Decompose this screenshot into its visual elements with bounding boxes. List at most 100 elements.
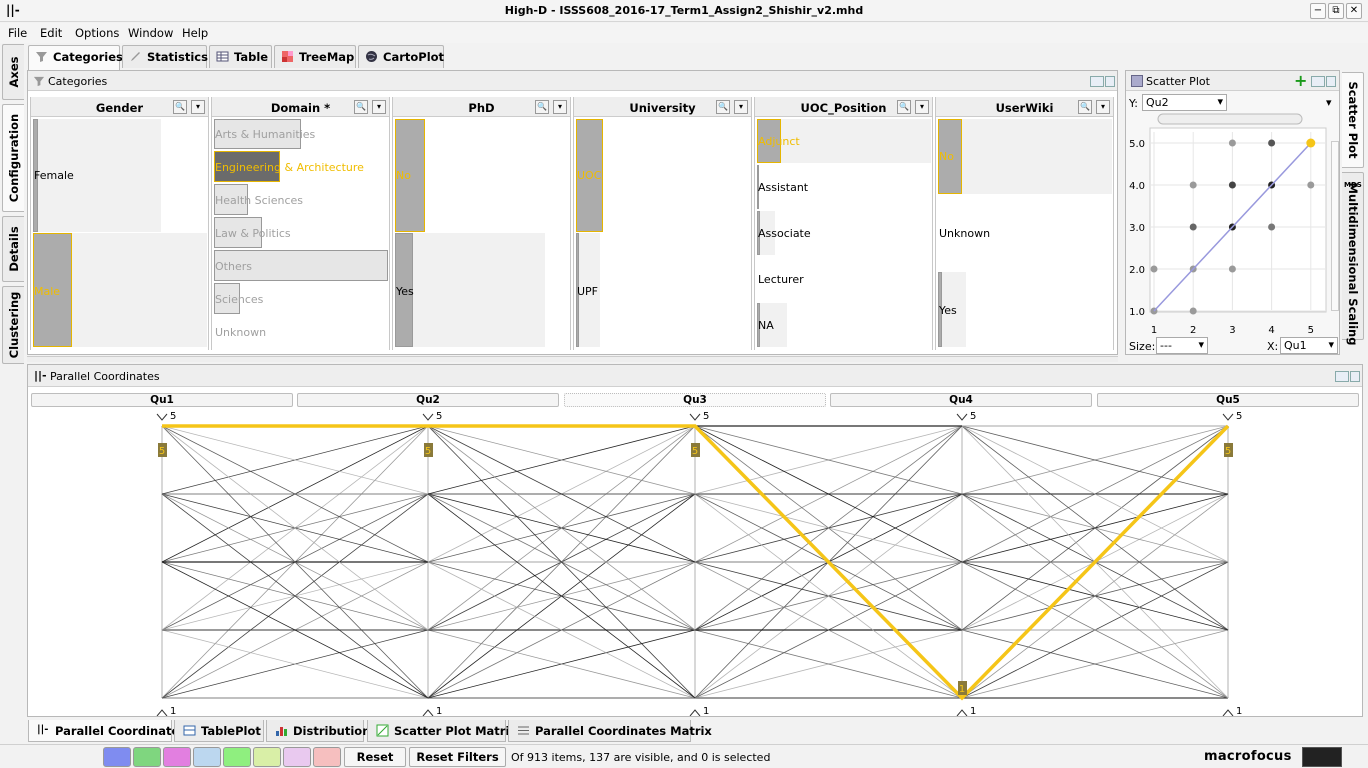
scatter-plot-canvas[interactable]: 1 5.0 2 4.0 3 3.0 4 2.0 5 1.0 [1126, 110, 1336, 338]
color-swatch[interactable] [163, 747, 191, 767]
reset-filters-button[interactable]: Reset Filters [409, 747, 506, 767]
zoom-icon[interactable]: 🔍 [354, 100, 368, 114]
tab-parallel-coordinates-matrix[interactable]: Parallel Coordinates Matrix [508, 720, 712, 742]
y-select[interactable]: Qu2 ▾ [1142, 94, 1227, 111]
category-label[interactable]: Arts & Humanities [215, 128, 315, 141]
chevron-down-icon[interactable]: ▾ [191, 100, 205, 114]
category-label[interactable]: UPF [577, 285, 598, 298]
zoom-icon[interactable]: 🔍 [1078, 100, 1092, 114]
close-button[interactable]: ✕ [1346, 3, 1362, 19]
tab-multidimensional-scaling[interactable]: MDS Multidimensional Scaling [1342, 172, 1364, 346]
category-label[interactable]: NA [758, 319, 774, 332]
chevron-down-icon[interactable] [956, 413, 968, 421]
zoom-icon[interactable]: 🔍 [716, 100, 730, 114]
tab-scatter-plot[interactable]: Scatter Plot [1342, 72, 1364, 168]
chevron-down-icon[interactable]: ▾ [1096, 100, 1110, 114]
chevron-up-icon[interactable] [689, 709, 701, 716]
color-swatch[interactable] [253, 747, 281, 767]
category-label[interactable]: No [939, 150, 954, 163]
data-point[interactable] [1268, 139, 1276, 147]
category-label[interactable]: Law & Politics [215, 227, 291, 240]
category-label[interactable]: Others [215, 260, 252, 273]
tab-treemap[interactable]: TreeMap [274, 45, 356, 68]
maximize-button[interactable]: ⧉ [1328, 3, 1344, 19]
color-swatch[interactable] [133, 747, 161, 767]
x-select[interactable]: Qu1 ▾ [1280, 337, 1338, 354]
data-point[interactable] [1307, 181, 1315, 189]
data-point[interactable] [1189, 181, 1197, 189]
category-label[interactable]: UOC [577, 169, 601, 182]
color-swatch[interactable] [313, 747, 341, 767]
data-point[interactable] [1228, 181, 1236, 189]
menu-window[interactable]: Window [128, 26, 173, 40]
tab-parallel-coordinates[interactable]: ||- Parallel Coordinates [28, 720, 186, 742]
axis-header-qu4[interactable]: Qu4 [830, 393, 1092, 407]
tab-configuration[interactable]: Configuration [2, 104, 24, 212]
chevron-down-icon[interactable]: ▾ [1326, 96, 1332, 109]
restore-panel-icon[interactable] [1326, 76, 1336, 87]
menu-options[interactable]: Options [75, 26, 119, 40]
category-label[interactable]: Lecturer [758, 273, 804, 286]
data-point[interactable] [1150, 265, 1158, 273]
tab-details[interactable]: Details [2, 216, 24, 282]
tab-statistics[interactable]: Statistics [122, 45, 208, 68]
tab-axes[interactable]: Axes [2, 44, 24, 100]
maximize-panel-icon[interactable] [1090, 76, 1104, 87]
category-label[interactable]: Yes [396, 285, 414, 298]
tab-cartoplot[interactable]: CartoPlot [358, 45, 444, 68]
chevron-down-icon[interactable]: ▾ [915, 100, 929, 114]
tab-table[interactable]: Table [209, 45, 272, 68]
chevron-up-icon[interactable] [422, 709, 434, 716]
axis-header-qu1[interactable]: Qu1 [31, 393, 293, 407]
maximize-panel-icon[interactable] [1335, 371, 1349, 382]
category-label-female[interactable]: Female [34, 169, 74, 182]
color-swatch[interactable] [283, 747, 311, 767]
axis-header-qu3[interactable]: Qu3 [564, 393, 826, 407]
category-label[interactable]: Unknown [939, 227, 990, 240]
category-label-male[interactable]: Male [34, 285, 60, 298]
category-label[interactable]: Health Sciences [215, 194, 303, 207]
splitter[interactable] [27, 356, 1118, 362]
data-point[interactable] [1268, 223, 1276, 231]
reset-button[interactable]: Reset [344, 747, 406, 767]
data-point[interactable] [1228, 265, 1236, 273]
add-icon[interactable]: + [1294, 71, 1307, 90]
category-label[interactable]: Unknown [215, 326, 266, 339]
chevron-down-icon[interactable] [422, 413, 434, 421]
category-label[interactable]: Sciences [215, 293, 263, 306]
size-select[interactable]: --- ▾ [1156, 337, 1208, 354]
chevron-up-icon[interactable] [156, 709, 168, 716]
color-swatch[interactable] [103, 747, 131, 767]
minimize-button[interactable]: − [1310, 3, 1326, 19]
category-label[interactable]: Assistant [758, 181, 808, 194]
chevron-up-icon[interactable] [1222, 709, 1234, 716]
restore-panel-icon[interactable] [1350, 371, 1360, 382]
data-point[interactable] [1189, 223, 1197, 231]
chevron-down-icon[interactable] [1222, 413, 1234, 421]
category-label[interactable]: Associate [758, 227, 811, 240]
menu-file[interactable]: File [8, 26, 27, 40]
tab-distributions[interactable]: Distributions [266, 720, 377, 742]
category-label[interactable]: Yes [939, 304, 957, 317]
restore-panel-icon[interactable] [1105, 76, 1115, 87]
range-slider[interactable] [1157, 113, 1303, 125]
tab-scatter-plot-matrix[interactable]: Scatter Plot Matrix [367, 720, 517, 742]
category-label[interactable]: Engineering & Architecture [215, 161, 364, 174]
chevron-down-icon[interactable]: ▾ [553, 100, 567, 114]
tab-clustering[interactable]: Clustering [2, 286, 24, 364]
color-swatch[interactable] [193, 747, 221, 767]
chevron-down-icon[interactable]: ▾ [734, 100, 748, 114]
chevron-up-icon[interactable] [956, 709, 968, 716]
zoom-icon[interactable]: 🔍 [535, 100, 549, 114]
parallel-coordinates-canvas[interactable]: 5 1 5 5 1 5 5 1 5 5 1 1 5 1 5 [28, 408, 1362, 716]
maximize-panel-icon[interactable] [1311, 76, 1325, 87]
color-swatch[interactable] [223, 747, 251, 767]
chevron-down-icon[interactable] [156, 413, 168, 421]
tab-tableplot[interactable]: TablePlot [174, 720, 264, 742]
menu-help[interactable]: Help [182, 26, 208, 40]
axis-header-qu2[interactable]: Qu2 [297, 393, 559, 407]
zoom-icon[interactable]: 🔍 [897, 100, 911, 114]
selected-point[interactable] [1306, 138, 1316, 148]
category-label[interactable]: No [396, 169, 411, 182]
tab-categories[interactable]: Categories [28, 45, 123, 70]
